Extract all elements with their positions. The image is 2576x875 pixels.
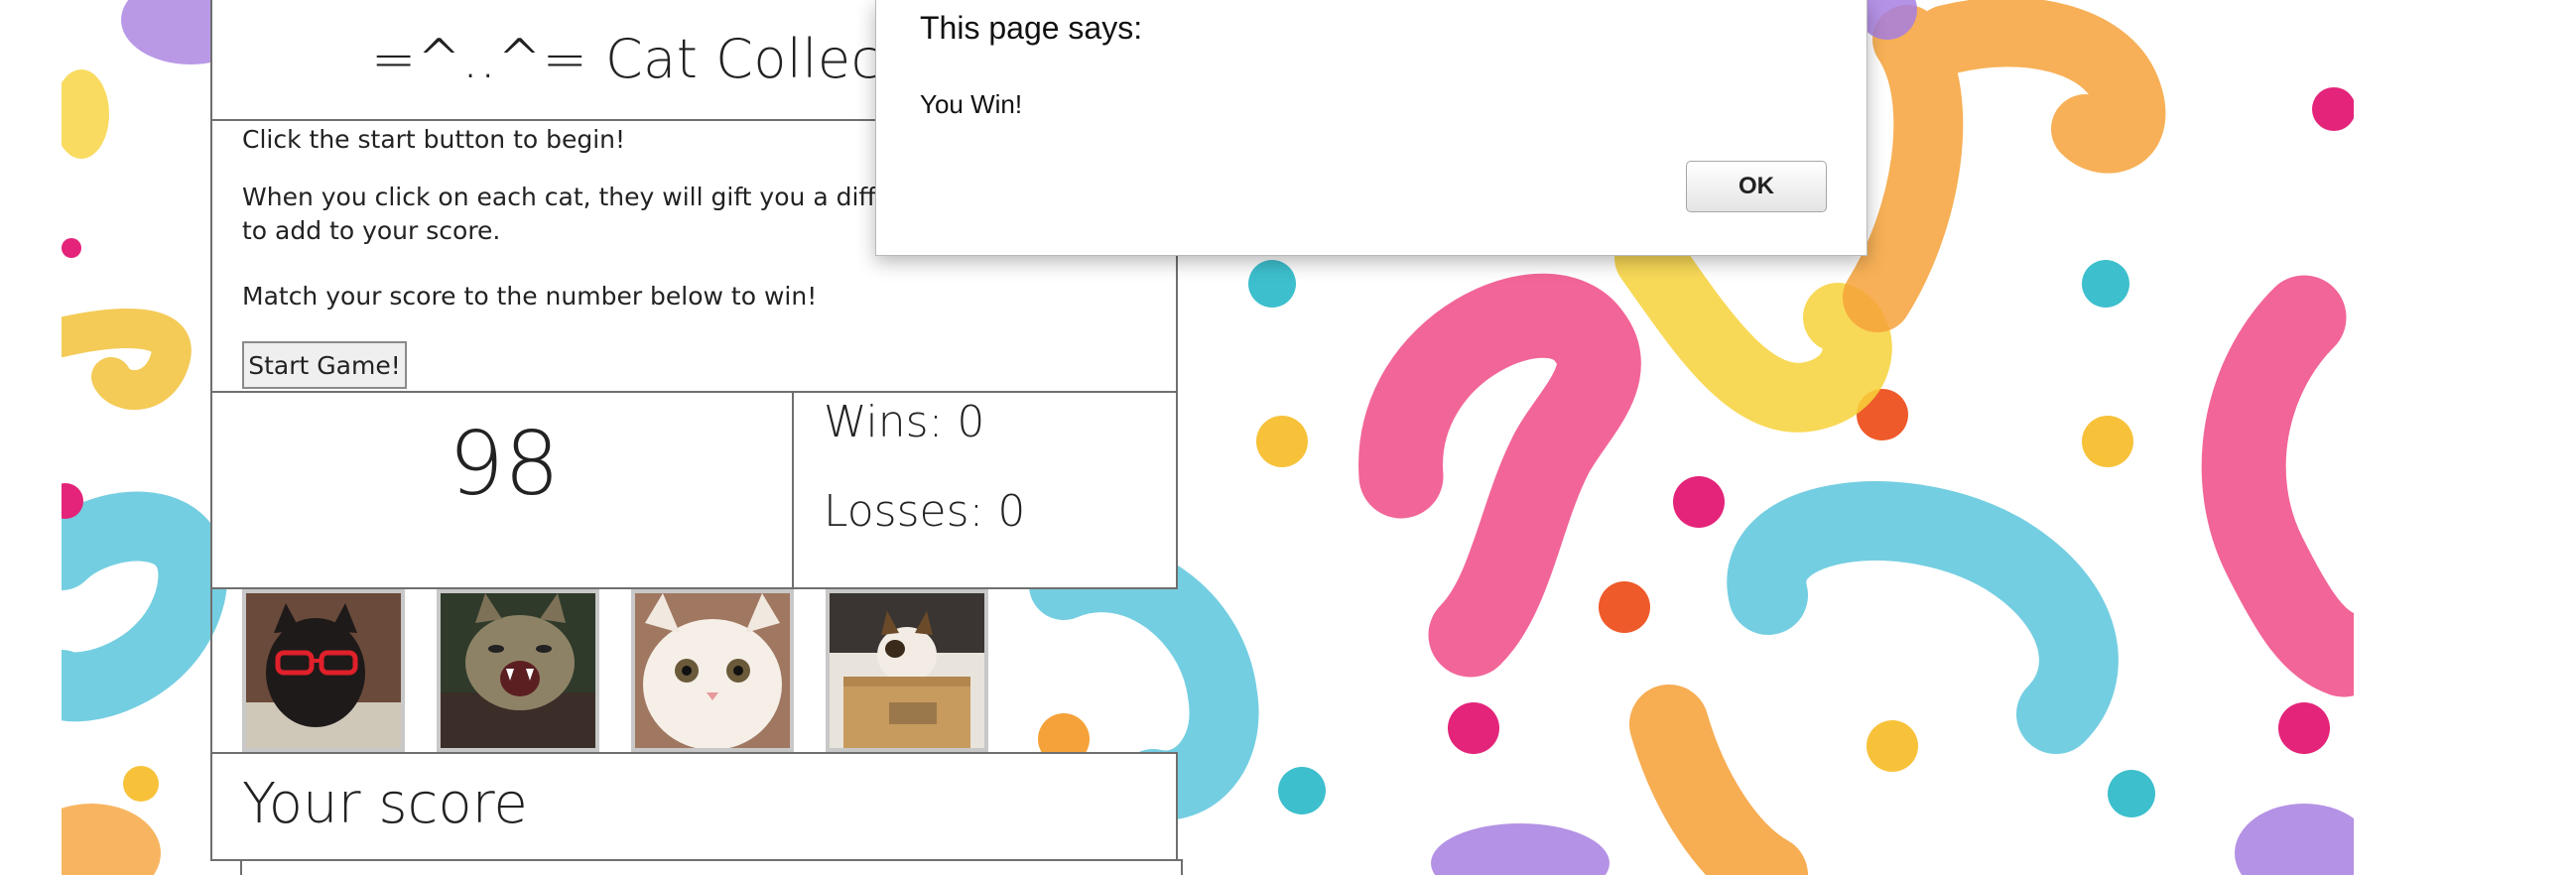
cat-button-4[interactable] <box>826 589 988 752</box>
cat-photo-tabby <box>441 593 595 748</box>
cat-photo-calico-box <box>830 593 984 748</box>
right-page-margin <box>2354 0 2576 875</box>
wins-count: Wins: 0 <box>824 397 985 447</box>
cat-photo-white <box>635 593 790 748</box>
cat-photo-black <box>246 593 401 748</box>
start-game-button[interactable]: Start Game! <box>242 341 407 389</box>
left-page-margin <box>0 0 62 875</box>
ok-button[interactable]: OK <box>1686 161 1827 212</box>
stats-panel: Wins: 0 Losses: 0 <box>792 391 1178 589</box>
cat-button-3[interactable] <box>631 589 794 752</box>
losses-count: Losses: 0 <box>824 486 1026 537</box>
cat-button-2[interactable] <box>437 589 599 752</box>
score-label: Your score <box>242 772 528 836</box>
alert-dialog: This page says: You Win! OK <box>875 0 1868 256</box>
dialog-message: You Win! <box>920 89 1023 119</box>
cats-row <box>210 589 1178 754</box>
target-number: 98 <box>449 413 560 515</box>
instruction-match: Match your score to the number below to … <box>242 282 818 311</box>
score-value-box <box>240 859 1183 875</box>
cat-button-1[interactable] <box>242 589 405 752</box>
score-panel: Your score <box>210 752 1178 861</box>
target-number-panel: 98 <box>210 391 794 589</box>
dialog-title: This page says: <box>920 10 1143 46</box>
